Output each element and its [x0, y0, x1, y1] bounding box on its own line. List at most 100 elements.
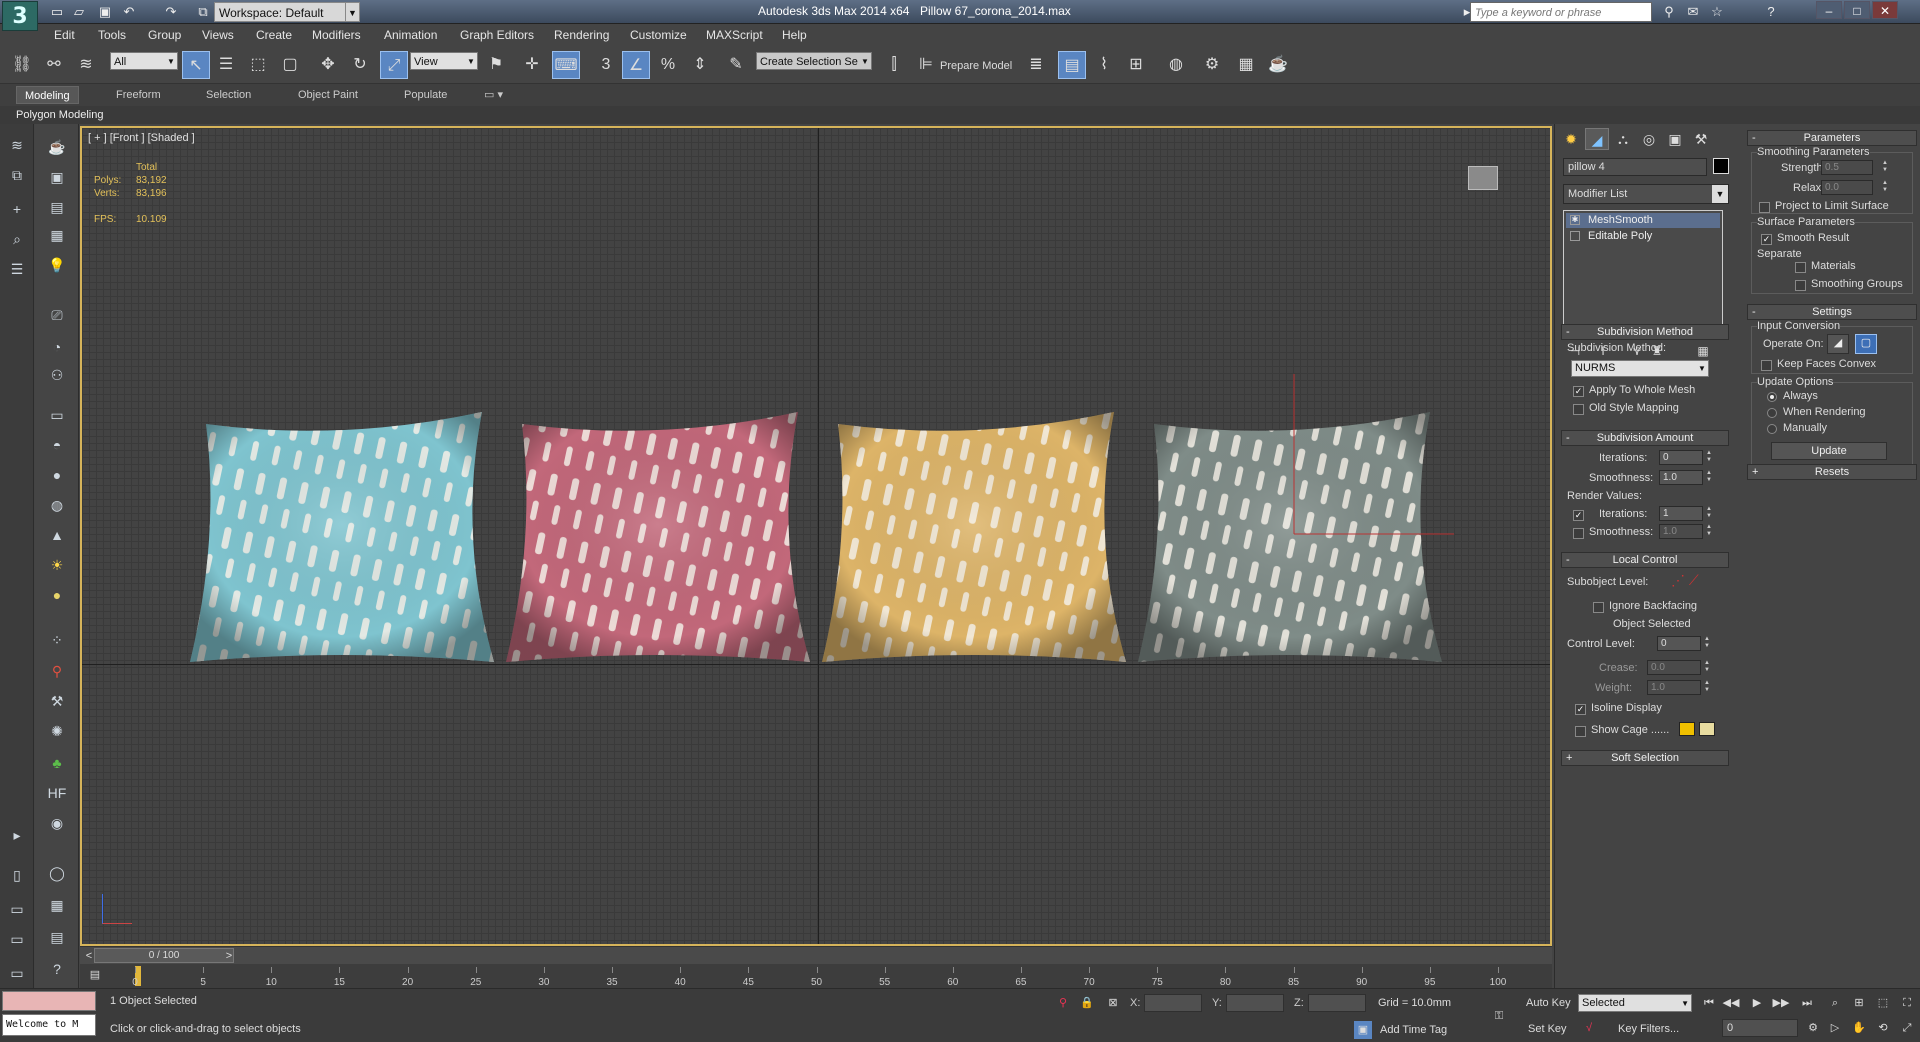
prepare-model-label[interactable]: Prepare Model [940, 60, 1012, 72]
weight-spinner-icon[interactable]: ▲ ▼ [1703, 680, 1711, 695]
keep-faces-convex-checkbox[interactable] [1761, 360, 1772, 371]
new-file-icon[interactable]: ▭ [48, 3, 66, 21]
app-logo-icon[interactable]: 3 [2, 1, 38, 31]
render-smoothness-checkbox[interactable] [1573, 528, 1584, 539]
object-color-swatch[interactable] [1713, 158, 1729, 174]
light-bulb-icon[interactable]: 💡 [45, 254, 69, 276]
help-icon[interactable]: ? [45, 958, 69, 980]
keyboard-shortcut-override-icon[interactable]: ⌨ [552, 51, 580, 79]
apply-whole-mesh-checkbox[interactable]: ✓ [1573, 386, 1584, 397]
relax-field[interactable]: 0.0 [1821, 180, 1873, 195]
grid-tool-icon[interactable]: ▦ [45, 894, 69, 916]
bones-icon[interactable]: ⚒ [45, 690, 69, 712]
speaker-icon[interactable]: ◔ [45, 336, 69, 358]
selection-filter-dropdown[interactable]: All ▼ [110, 52, 178, 70]
project-limit-surface-checkbox[interactable] [1759, 202, 1770, 213]
strength-spinner-icon[interactable]: ▲ ▼ [1881, 160, 1889, 175]
curve-editor-icon[interactable]: ⌇ [1090, 51, 1118, 79]
viewport-layout-3-icon[interactable]: ▭ [5, 928, 29, 950]
control-level-field[interactable]: 0 [1657, 636, 1701, 651]
particles-icon[interactable]: ⁘ [45, 629, 69, 651]
weight-field[interactable]: 1.0 [1647, 680, 1701, 695]
help-icon[interactable]: ? [1762, 3, 1780, 21]
angle-snap-icon[interactable]: ∠ [622, 51, 650, 79]
time-configuration-icon[interactable]: ⚙ [1804, 1019, 1822, 1037]
menu-modifiers[interactable]: Modifiers [312, 28, 361, 42]
utilities-tab-icon[interactable]: ⚒ [1689, 128, 1713, 150]
key-mode-dropdown[interactable]: Selected ▼ [1578, 994, 1692, 1012]
communication-center-icon[interactable]: ✉ [1684, 3, 1702, 21]
lock-selection-icon[interactable]: 🔒 [1078, 994, 1096, 1012]
helper-icon[interactable]: ⚲ [45, 660, 69, 682]
subdivision-amount-rollout[interactable]: - Subdivision Amount [1561, 430, 1729, 446]
ribbon-options-icon[interactable]: ▭ ▾ [476, 86, 511, 104]
favorites-star-icon[interactable]: ☆ [1708, 3, 1726, 21]
cage-color-swatch[interactable] [1679, 722, 1695, 736]
play-icon[interactable]: ▶ [1748, 994, 1766, 1012]
menu-tools[interactable]: Tools [98, 28, 126, 42]
add-time-tag-button[interactable]: Add Time Tag [1380, 1024, 1447, 1036]
control-level-spinner-icon[interactable]: ▲ ▼ [1703, 636, 1711, 651]
settings-rollout[interactable]: - Settings [1747, 304, 1917, 320]
tab-freeform[interactable]: Freeform [108, 86, 169, 104]
motion-tab-icon[interactable]: ◎ [1637, 128, 1661, 150]
tab-populate[interactable]: Populate [396, 86, 455, 104]
modifier-stack[interactable]: ✱ MeshSmooth Editable Poly [1563, 210, 1723, 334]
render-smoothness-field[interactable]: 1.0 [1659, 524, 1703, 539]
old-style-mapping-checkbox[interactable] [1573, 404, 1584, 415]
menu-graph-editors[interactable]: Graph Editors [460, 28, 534, 42]
dome-icon[interactable]: ◓ [45, 434, 69, 456]
undo-icon[interactable]: ↶ [120, 3, 138, 21]
separate-smoothing-groups-checkbox[interactable] [1795, 280, 1806, 291]
menu-views[interactable]: Views [202, 28, 234, 42]
display-tab-icon[interactable]: ▣ [1663, 128, 1687, 150]
subdivision-method-rollout[interactable]: - Subdivision Method [1561, 324, 1729, 340]
edit-named-selection-icon[interactable]: ✎ [722, 51, 750, 79]
rectangular-selection-icon[interactable]: ⬚ [244, 51, 272, 79]
snaps-toggle-icon[interactable]: 3 [592, 51, 620, 79]
object-name-field[interactable]: pillow 4 [1563, 158, 1707, 176]
workspace-dropdown[interactable]: Workspace: Default ▼ [214, 2, 360, 22]
expand-arrow-icon[interactable]: ▸ [5, 824, 29, 846]
film-icon[interactable]: ⚇ [45, 364, 69, 386]
z-coordinate-field[interactable] [1308, 994, 1366, 1012]
mini-curve-editor-icon[interactable]: ▤ [86, 966, 104, 984]
track-bar[interactable]: ▤ 0 5 10 15 20 25 30 35 40 45 50 55 60 65 70 75 80 85 90 95… [80, 964, 1552, 988]
parameters-rollout[interactable]: - Parameters [1747, 130, 1917, 146]
binoculars-icon[interactable]: ⚲ [1660, 3, 1678, 21]
separate-materials-checkbox[interactable] [1795, 262, 1806, 273]
create-tab-icon[interactable]: ✹ [1559, 128, 1583, 150]
crease-spinner-icon[interactable]: ▲ ▼ [1703, 660, 1711, 675]
smoothness-spinner-icon[interactable]: ▲ ▼ [1705, 470, 1713, 485]
reference-coordinate-dropdown[interactable]: View ▼ [410, 52, 478, 70]
relax-spinner-icon[interactable]: ▲ ▼ [1881, 180, 1889, 195]
image-plane-icon[interactable]: ▣ [45, 166, 69, 188]
hair-icon[interactable]: ✺ [45, 720, 69, 742]
show-cage-checkbox[interactable] [1575, 726, 1586, 737]
key-icon[interactable]: ⚿ [1490, 1007, 1508, 1025]
render-iterations-checkbox[interactable]: ✓ [1573, 510, 1584, 521]
select-and-move-icon[interactable]: ✥ [314, 51, 342, 79]
zoom-extents-all-icon[interactable]: ⛶ [1898, 994, 1916, 1012]
smooth-result-checkbox[interactable]: ✓ [1761, 234, 1772, 245]
window-crossing-icon[interactable]: ▢ [276, 51, 304, 79]
scene-explorer-icon[interactable]: ☰ [5, 258, 29, 280]
soft-selection-rollout[interactable]: + Soft Selection [1561, 750, 1729, 766]
bind-to-space-warp-icon[interactable]: ≋ [72, 51, 100, 79]
camera-icon[interactable]: ⎚ [45, 304, 69, 326]
maxscript-output[interactable]: Welcome to M [2, 1014, 96, 1036]
cage-selected-color-swatch[interactable] [1699, 722, 1715, 736]
modify-tab-icon[interactable]: ◢ [1585, 128, 1609, 150]
viewport-layout-2-icon[interactable]: ▭ [5, 898, 29, 920]
named-selection-dropdown[interactable]: Create Selection Se ▼ [756, 52, 872, 70]
go-to-start-icon[interactable]: ⏮ [1700, 994, 1718, 1012]
render-production-icon[interactable]: ☕ [1264, 51, 1292, 79]
graphite-ribbon-icon[interactable]: ▤ [1058, 51, 1086, 79]
isoline-display-checkbox[interactable]: ✓ [1575, 704, 1586, 715]
light-bulb-icon[interactable]: ✱ [1570, 215, 1580, 225]
maximize-button[interactable]: □ [1844, 1, 1870, 19]
render-smoothness-spinner-icon[interactable]: ▲ ▼ [1705, 524, 1713, 539]
sun-light-icon[interactable]: ☀ [45, 554, 69, 576]
minimize-button[interactable]: – [1816, 1, 1842, 19]
render-setup-icon[interactable]: ⚙ [1198, 51, 1226, 79]
